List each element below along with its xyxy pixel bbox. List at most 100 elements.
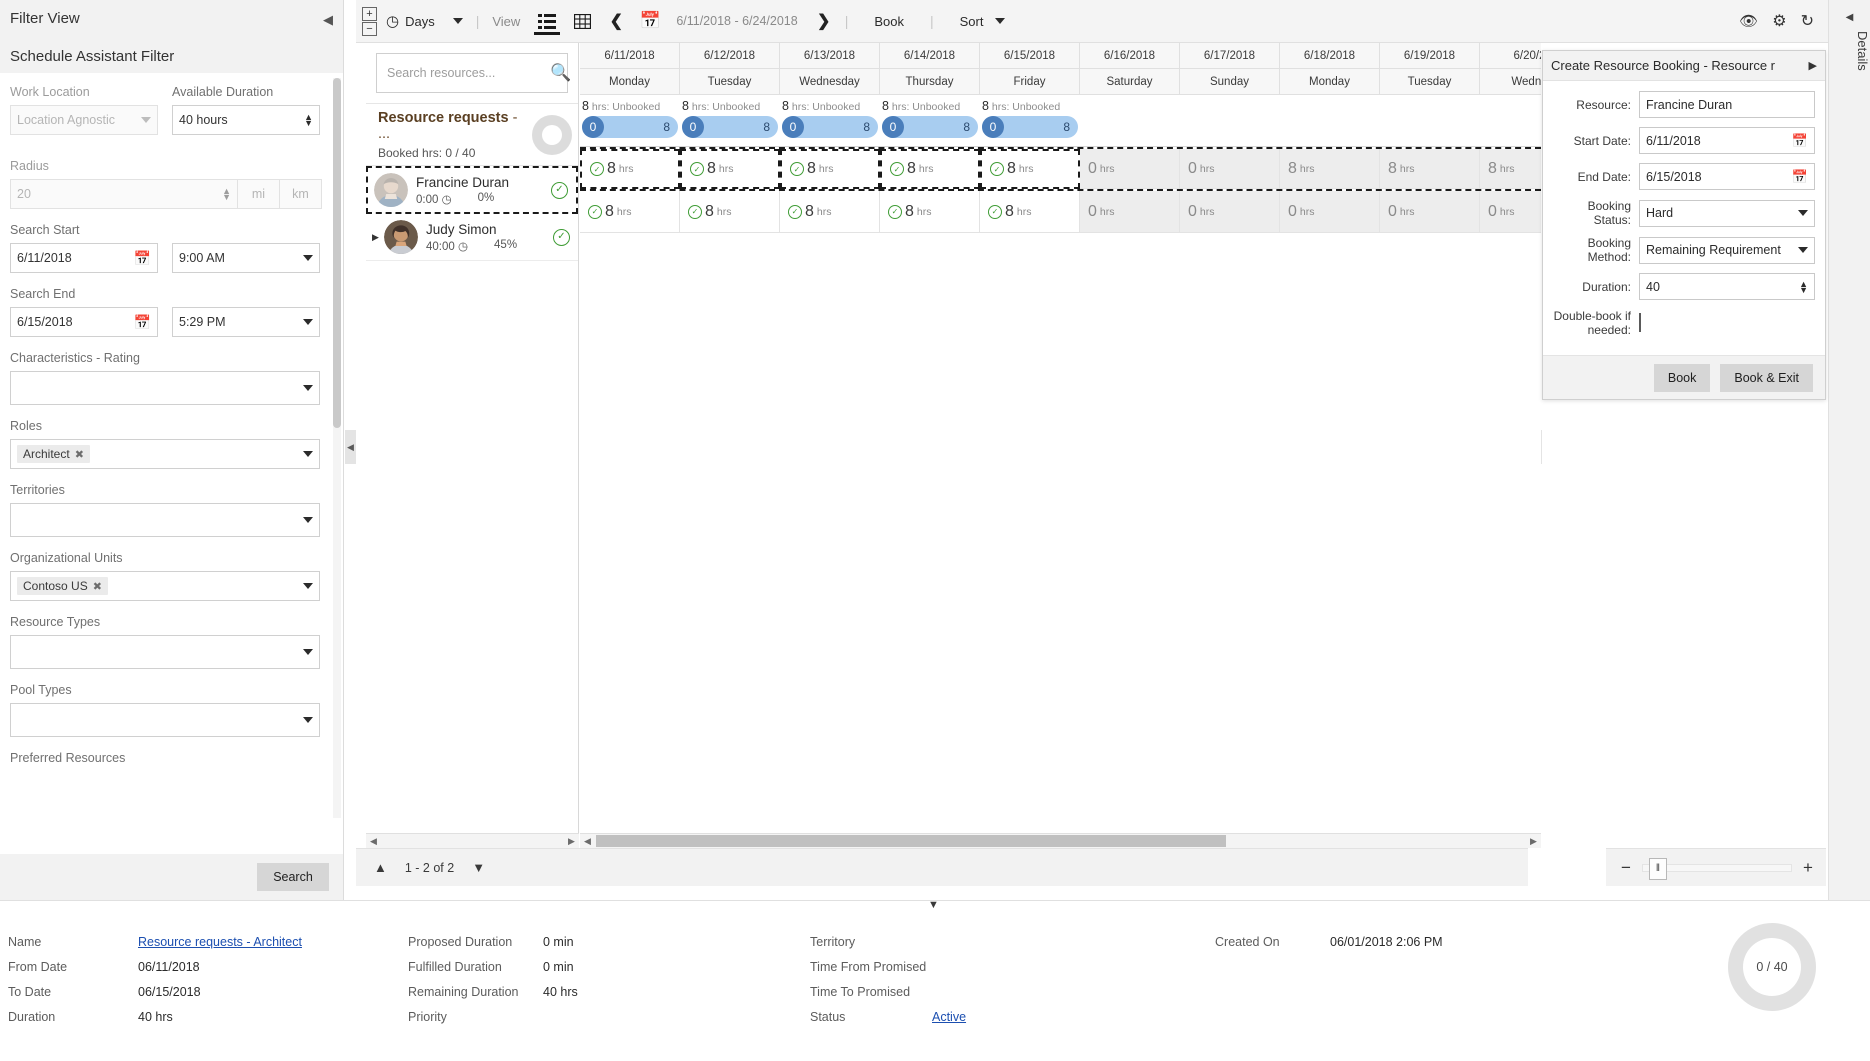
collapse-icon[interactable]: − <box>362 22 377 36</box>
scroll-right-arrow[interactable]: ▶ <box>564 834 579 848</box>
end-date-input[interactable]: 6/15/2018📅 <box>1639 163 1815 190</box>
minus-icon[interactable]: − <box>1618 858 1634 878</box>
unbooked-pill[interactable]: 08 <box>882 116 978 138</box>
chevron-down-icon[interactable]: ▼ <box>928 899 939 911</box>
calendar-icon[interactable]: 📅 <box>1792 133 1808 149</box>
roles-chip[interactable]: Architect ✖ <box>17 445 90 463</box>
filter-scrollbar-thumb[interactable] <box>333 78 341 428</box>
calendar-icon[interactable]: 📅 <box>633 0 667 43</box>
chevron-right-icon[interactable]: ❯ <box>807 0 841 43</box>
schedule-hours-cell[interactable]: 0hrs <box>1380 191 1480 233</box>
chevron-left-icon[interactable]: ❮ <box>599 0 633 43</box>
search-start-time-select[interactable]: 9:00 AM <box>172 243 320 273</box>
radius-unit-mi[interactable]: mi <box>238 179 280 209</box>
radius-unit-km[interactable]: km <box>280 179 322 209</box>
schedule-hours-cell[interactable]: ✓8hrs <box>780 191 880 233</box>
schedule-hours-cell[interactable]: ✓8hrs <box>680 149 780 189</box>
calendar-icon[interactable]: 📅 <box>134 250 151 267</box>
close-icon[interactable]: ✖ <box>75 448 84 461</box>
schedule-hours-cell[interactable]: ✓8hrs <box>880 191 980 233</box>
list-item[interactable]: Francine Duran 0:00 ◷ 0% ✓ <box>366 166 578 214</box>
plus-icon[interactable]: + <box>1800 858 1816 878</box>
search-end-time-select[interactable]: 5:29 PM <box>172 307 320 337</box>
chevron-right-icon[interactable]: ▶ <box>372 232 384 243</box>
calendar-icon[interactable]: 📅 <box>134 314 151 331</box>
scrollbar-thumb[interactable] <box>596 835 1226 847</box>
schedule-hours-cell[interactable]: 0hrs <box>1480 191 1541 233</box>
schedule-hours-cell[interactable]: 0hrs <box>1280 191 1380 233</box>
sort-dropdown[interactable]: Sort <box>938 0 1015 43</box>
resource-search-box[interactable]: 🔍 <box>376 53 568 93</box>
chevron-up-icon[interactable]: ▲ <box>368 860 393 875</box>
close-icon[interactable]: ✖ <box>93 580 102 593</box>
requirement-summary-row[interactable]: Resource requests - ... Booked hrs: 0 / … <box>366 104 578 166</box>
gear-icon[interactable]: ⚙ <box>1772 11 1786 31</box>
eye-icon[interactable]: 👁 <box>1739 12 1758 30</box>
double-book-checkbox[interactable] <box>1639 313 1641 332</box>
refresh-icon[interactable]: ↻ <box>1801 11 1814 31</box>
book-button[interactable]: Book <box>1654 364 1711 392</box>
schedule-hours-cell[interactable]: 8hrs <box>1280 149 1380 189</box>
chevron-right-icon[interactable]: ▶ <box>1803 59 1817 72</box>
booking-method-input[interactable]: Remaining Requirement <box>1639 237 1815 264</box>
radius-input[interactable]: 20 ▲▼ <box>10 179 238 209</box>
unbooked-pill[interactable]: 08 <box>782 116 878 138</box>
pool-types-select[interactable] <box>10 703 320 737</box>
work-location-select[interactable]: Location Agnostic <box>10 105 158 135</box>
schedule-hours-cell[interactable]: ✓8hrs <box>780 149 880 189</box>
zoom-slider-thumb[interactable]: ‖ <box>1649 858 1667 880</box>
chevron-left-icon[interactable]: ◀ <box>1829 0 1870 23</box>
schedule-hours-cell[interactable]: ✓8hrs <box>680 191 780 233</box>
resource-types-select[interactable] <box>10 635 320 669</box>
calendar-icon[interactable]: 📅 <box>1792 169 1808 185</box>
footer-field-value[interactable]: Resource requests - Architect <box>138 935 302 949</box>
scroll-right-arrow[interactable]: ▶ <box>1526 834 1541 848</box>
schedule-hours-cell[interactable]: ✓8hrs <box>980 149 1080 189</box>
characteristics-rating-select[interactable] <box>10 371 320 405</box>
footer-field-value[interactable]: Active <box>932 1010 966 1024</box>
available-duration-input[interactable]: 40 hours ▲▼ <box>172 105 320 135</box>
search-button[interactable]: Search <box>257 863 329 891</box>
schedule-hours-cell[interactable]: ✓8hrs <box>980 191 1080 233</box>
days-dropdown[interactable]: ◷ Days <box>377 0 472 43</box>
schedule-hours-cell[interactable]: 8hrs <box>1480 149 1541 189</box>
unbooked-pill[interactable]: 08 <box>982 116 1078 138</box>
search-input[interactable] <box>385 65 550 81</box>
left-splitter-handle[interactable]: ◀ <box>345 430 356 464</box>
chevron-left-icon[interactable]: ◀ <box>323 12 333 28</box>
org-units-chip[interactable]: Contoso US ✖ <box>17 577 108 595</box>
expand-icon[interactable]: + <box>362 7 377 21</box>
list-item[interactable]: ▶ Judy Simon 40:00 ◷ 45% ✓ <box>366 214 578 261</box>
grid-view-icon[interactable] <box>565 0 599 43</box>
schedule-hours-cell[interactable]: ✓8hrs <box>580 149 680 189</box>
search-icon[interactable]: 🔍 <box>550 63 571 83</box>
schedule-hours-cell[interactable]: 0hrs <box>1080 191 1180 233</box>
chevron-down-icon[interactable]: ▼ <box>466 860 491 875</box>
schedule-hours-cell[interactable]: 0hrs <box>1180 191 1280 233</box>
details-rail-label[interactable]: Details <box>1829 31 1870 71</box>
spinner-icon[interactable]: ▲▼ <box>1799 281 1808 293</box>
search-end-date-input[interactable]: 6/15/2018 📅 <box>10 307 158 337</box>
search-start-date-input[interactable]: 6/11/2018 📅 <box>10 243 158 273</box>
unbooked-pill[interactable]: 08 <box>682 116 778 138</box>
book-and-exit-button[interactable]: Book & Exit <box>1720 364 1813 392</box>
schedule-hours-cell[interactable]: 8hrs <box>1380 149 1480 189</box>
schedule-hscrollbar[interactable]: ◀ ▶ <box>580 833 1541 848</box>
unbooked-pill[interactable]: 08 <box>582 116 678 138</box>
zoom-slider-track[interactable]: ‖ <box>1642 864 1792 872</box>
start-date-input[interactable]: 6/11/2018📅 <box>1639 127 1815 154</box>
territories-select[interactable] <box>10 503 320 537</box>
resource-list-hscrollbar[interactable]: ◀ ▶ <box>366 833 579 848</box>
expand-collapse-toggle[interactable]: + − <box>362 7 377 36</box>
schedule-hours-cell[interactable]: ✓8hrs <box>880 149 980 189</box>
scroll-left-arrow[interactable]: ◀ <box>580 834 595 848</box>
duration-input[interactable]: 40▲▼ <box>1639 273 1815 300</box>
roles-select[interactable]: Architect ✖ <box>10 439 320 469</box>
list-view-icon[interactable] <box>529 0 565 43</box>
schedule-hours-cell[interactable]: ✓8hrs <box>580 191 680 233</box>
booking-status-input[interactable]: Hard <box>1639 200 1815 227</box>
schedule-hours-cell[interactable]: 0hrs <box>1080 149 1180 189</box>
schedule-hours-cell[interactable]: 0hrs <box>1180 149 1280 189</box>
spinner-icon[interactable]: ▲▼ <box>304 114 313 126</box>
book-button[interactable]: Book <box>852 0 926 43</box>
